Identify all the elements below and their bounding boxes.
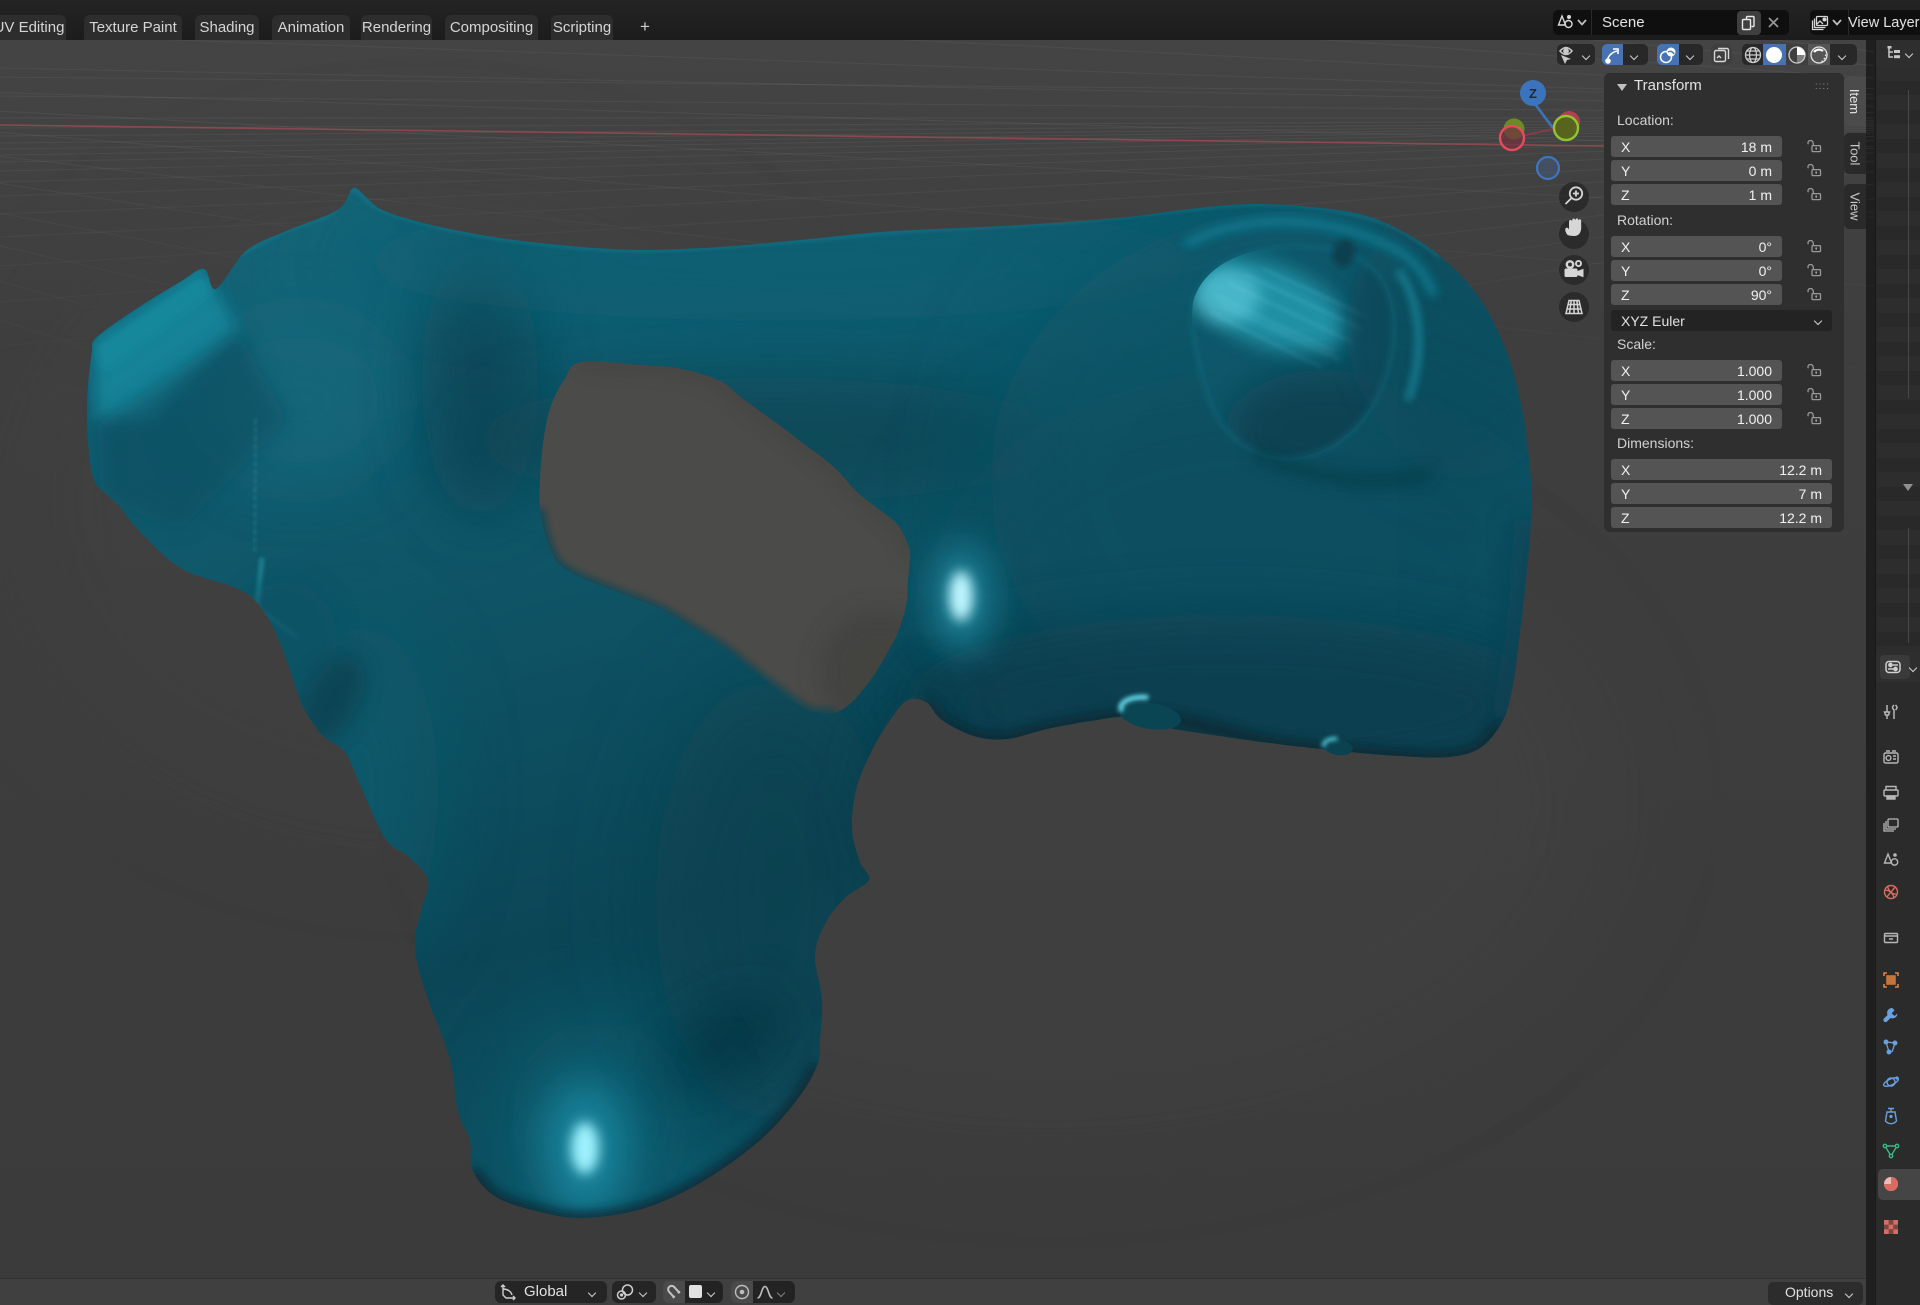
svg-text:Z: Z: [1529, 86, 1537, 101]
